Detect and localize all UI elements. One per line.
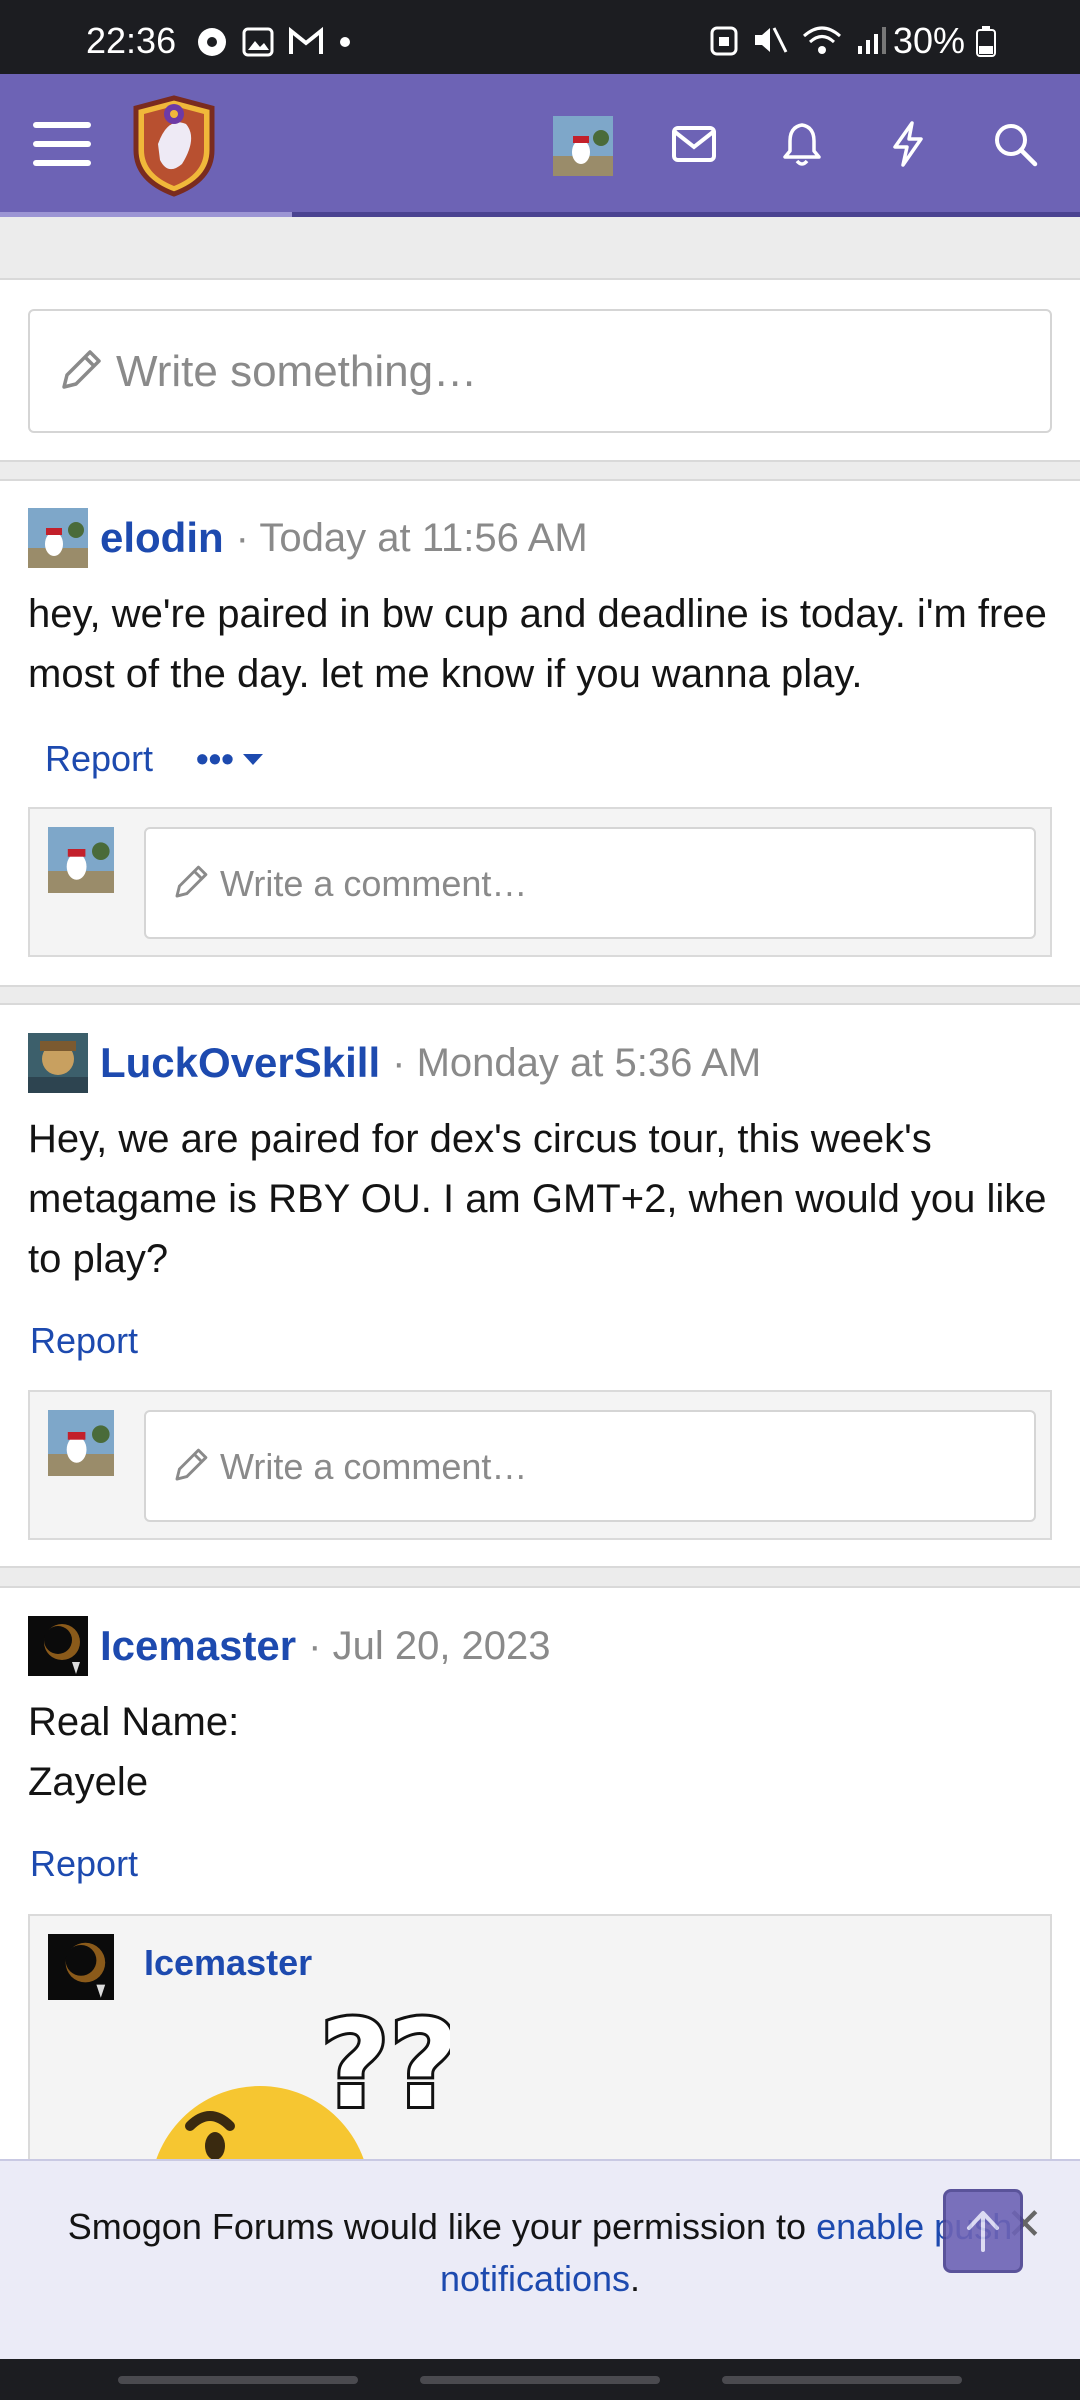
reply-box: Icemaster ??: [28, 1914, 1052, 2164]
avatar[interactable]: [28, 508, 88, 568]
post-author[interactable]: LuckOverSkill: [100, 1039, 380, 1087]
user-avatar[interactable]: [553, 116, 613, 176]
bell-icon[interactable]: [770, 112, 834, 176]
search-icon[interactable]: [983, 112, 1047, 176]
status-right-icons: [710, 24, 888, 56]
smogon-logo[interactable]: [128, 94, 220, 198]
post-body: Real Name: Zayele: [28, 1692, 1058, 1812]
more-dots: •••: [196, 738, 234, 779]
avatar[interactable]: [28, 1616, 88, 1676]
post-2-header: LuckOverSkill · Monday at 5:36 AM: [28, 1033, 761, 1093]
hamburger-icon[interactable]: [30, 112, 94, 176]
comment-area: Write a comment…: [28, 1390, 1052, 1540]
push-notification-banner: Smogon Forums would like your permission…: [0, 2159, 1080, 2359]
pencil-icon: [175, 865, 208, 898]
status-left-icons: [196, 26, 352, 58]
header-underline: [0, 212, 1080, 217]
image-icon: [242, 27, 274, 57]
post-body-line: Zayele: [28, 1760, 149, 1804]
soccer-ball-icon: [198, 28, 226, 56]
comment-area: Write a comment…: [28, 807, 1052, 957]
battery-icon: [976, 26, 997, 57]
notification-message: Smogon Forums would like your permission…: [0, 2201, 1080, 2305]
pencil-icon: [175, 1448, 208, 1481]
notification-text: Smogon Forums would like your permission…: [67, 2206, 817, 2247]
more-options-button[interactable]: •••: [196, 738, 264, 780]
question-marks: ??: [320, 1996, 450, 2135]
confused-emoji-image: ??: [154, 1996, 450, 2164]
report-link[interactable]: Report: [30, 1843, 138, 1885]
post-body-line: Real Name:: [28, 1700, 240, 1744]
comment-input[interactable]: Write a comment…: [144, 827, 1036, 939]
nav-pill[interactable]: [118, 2376, 358, 2384]
report-link[interactable]: Report: [45, 738, 153, 780]
clock: 22:36: [86, 20, 177, 61]
post-author[interactable]: elodin: [100, 514, 224, 562]
avatar[interactable]: [48, 1934, 114, 2000]
caret-down-icon: [242, 754, 263, 765]
gmail-icon: [289, 26, 323, 54]
post-3-header: Icemaster · Jul 20, 2023: [28, 1616, 551, 1676]
dot-icon: [340, 37, 350, 47]
write-something-input[interactable]: Write something…: [28, 309, 1052, 433]
inbox-icon[interactable]: [662, 112, 726, 176]
report-link[interactable]: Report: [30, 1320, 138, 1362]
avatar: [48, 1410, 114, 1476]
avatar[interactable]: [28, 1033, 88, 1093]
wifi-icon: [803, 26, 841, 54]
post-body: Hey, we are paired for dex's circus tour…: [28, 1117, 1047, 1281]
post-body: hey, we're paired in bw cup and deadline…: [28, 592, 1047, 696]
comment-placeholder: Write a comment…: [220, 1446, 528, 1487]
notification-period: .: [630, 2258, 641, 2299]
post-author[interactable]: Icemaster: [100, 1622, 296, 1670]
post-timestamp[interactable]: · Today at 11:56 AM: [236, 516, 588, 561]
avatar: [48, 827, 114, 893]
nav-pill[interactable]: [420, 2376, 660, 2384]
battery-level: 30%: [893, 20, 997, 62]
site-header: [0, 74, 1080, 217]
comment-input[interactable]: Write a comment…: [144, 1410, 1036, 1522]
arrow-up-icon: [967, 2211, 999, 2252]
mute-icon: [755, 27, 788, 53]
status-bar: 22:36 30%: [0, 0, 1080, 74]
system-nav-bar: [0, 2359, 1080, 2400]
nav-pill[interactable]: [722, 2376, 962, 2384]
comment-placeholder: Write a comment…: [220, 863, 528, 904]
pencil-icon: [62, 350, 101, 389]
post-1-header: elodin · Today at 11:56 AM: [28, 508, 588, 568]
signal-icon: [858, 27, 886, 54]
scroll-to-top-button[interactable]: [943, 2189, 1023, 2273]
write-something-placeholder: Write something…: [116, 347, 478, 396]
post-timestamp[interactable]: · Monday at 5:36 AM: [392, 1041, 761, 1086]
battery-percent: 30%: [893, 20, 966, 61]
lock-rotation-icon: [710, 26, 738, 56]
lightning-icon[interactable]: [876, 112, 940, 176]
reply-author[interactable]: Icemaster: [144, 1942, 312, 1984]
post-timestamp[interactable]: · Jul 20, 2023: [308, 1624, 550, 1669]
